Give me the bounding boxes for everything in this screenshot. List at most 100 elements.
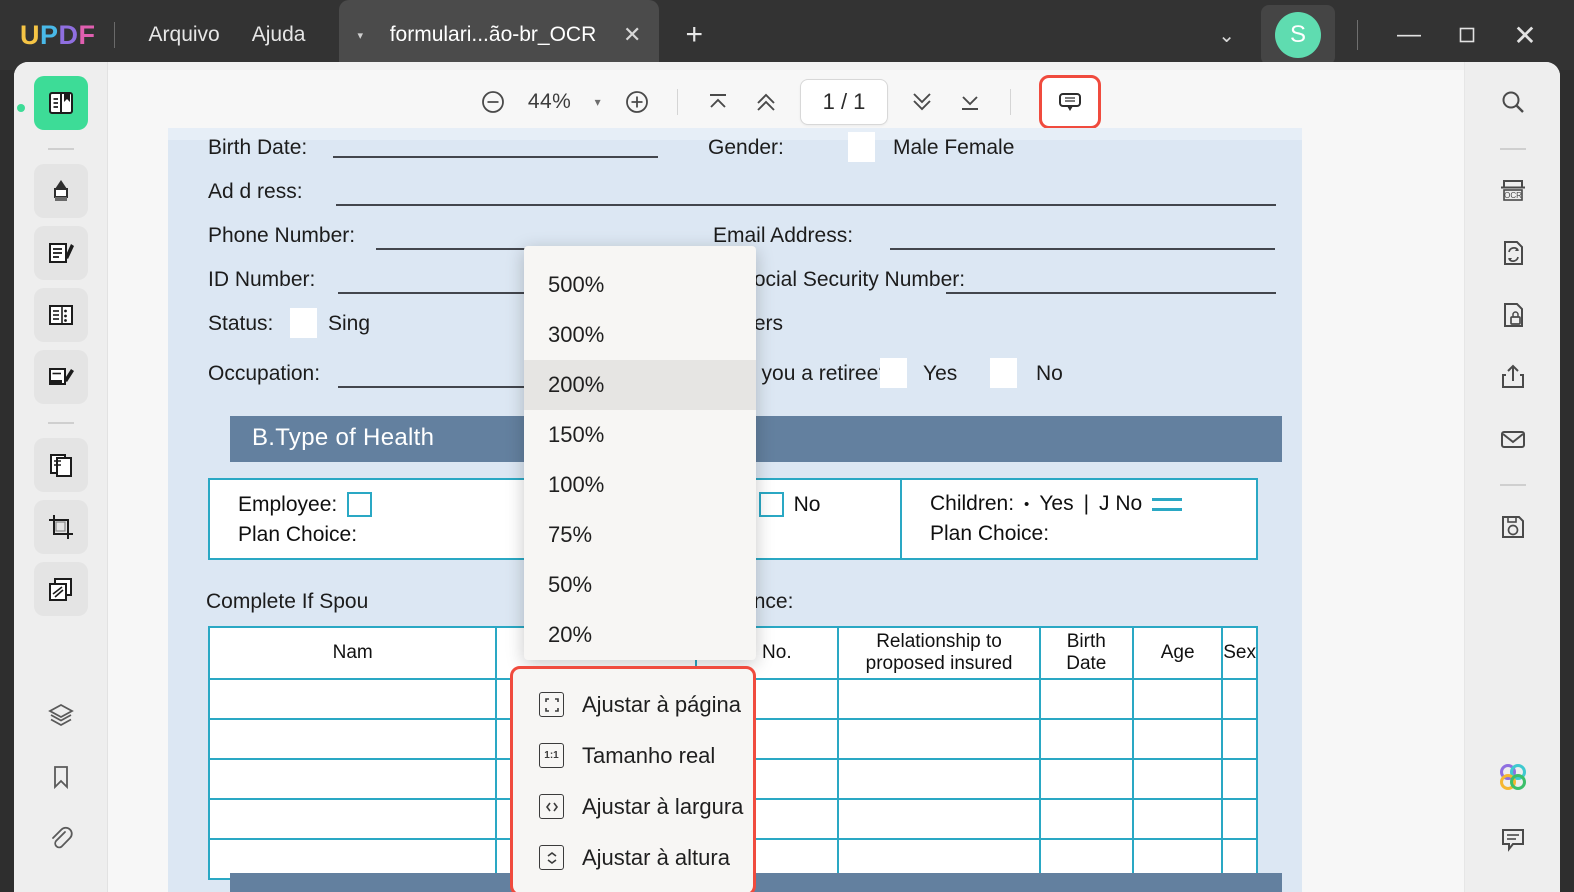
zoom-level-option[interactable]: 200% — [524, 360, 756, 410]
checkbox-children-no[interactable] — [1152, 497, 1183, 511]
new-tab-button[interactable]: + — [685, 18, 703, 52]
table-cell[interactable] — [837, 798, 1041, 840]
table-cell[interactable] — [837, 758, 1041, 800]
minimize-button[interactable]: — — [1380, 21, 1438, 49]
document-lock-icon — [1503, 303, 1523, 327]
maximize-button[interactable] — [1438, 24, 1496, 47]
children-plan-box: Children: • Yes | J No Plan Choice: — [900, 478, 1258, 560]
checkbox-gender[interactable] — [848, 132, 875, 162]
account-button[interactable]: S — [1261, 5, 1335, 65]
sidebar-item-highlight[interactable] — [33, 164, 88, 218]
tool-share[interactable] — [1486, 350, 1540, 404]
table-cell[interactable] — [1038, 678, 1134, 720]
tab-close-icon[interactable]: ✕ — [623, 22, 641, 48]
table-cell[interactable] — [207, 758, 498, 800]
sidebar-item-attachments[interactable] — [34, 812, 88, 866]
menu-item-actual-size[interactable]: 1:1 Tamanho real — [513, 730, 753, 781]
field-line-address[interactable] — [336, 204, 1276, 206]
tool-comments[interactable] — [1486, 812, 1540, 866]
zoom-level-option[interactable]: 100% — [524, 460, 756, 510]
share-upload-icon — [1501, 364, 1524, 388]
checkbox-employee[interactable] — [347, 492, 373, 517]
ocr-icon: OCR — [1500, 180, 1525, 201]
label-address: Ad d ress: — [208, 180, 303, 203]
sidebar-item-compare[interactable] — [33, 562, 88, 616]
tool-ocr[interactable]: OCR — [1486, 164, 1540, 218]
right-toolbar: OCR — [1464, 62, 1560, 892]
sidebar-item-bookmarks[interactable] — [34, 750, 88, 804]
table-cell[interactable] — [1131, 758, 1224, 800]
convert-file-icon — [1503, 241, 1523, 265]
table-cell[interactable] — [1038, 798, 1134, 840]
zoom-level-dropdown[interactable]: 500% 300% 200% 150% 100% 75% 50% 20% Ajustar à … — [510, 246, 756, 892]
zoom-level-option[interactable]: 500% — [524, 260, 756, 310]
zoom-level-value[interactable]: 44% — [519, 90, 581, 114]
table-cell[interactable] — [207, 718, 498, 760]
table-cell[interactable] — [207, 678, 498, 720]
presentation-mode-button[interactable] — [1039, 75, 1102, 129]
table-cell[interactable] — [837, 718, 1041, 760]
menu-item-fit-page[interactable]: Ajustar à página — [513, 679, 753, 730]
compare-pages-icon — [48, 578, 72, 601]
sidebar-item-sign[interactable] — [33, 350, 88, 404]
sidebar-item-form[interactable] — [33, 288, 88, 342]
table-cell[interactable] — [1131, 718, 1224, 760]
updf-logo: U P D F — [20, 20, 96, 51]
document-tab[interactable]: ▾ formulari...ão-br_OCR ✕ — [339, 0, 660, 70]
checkbox-spouse-no[interactable] — [758, 492, 784, 517]
label-complete-if-spouse-left: Complete If Spou — [206, 590, 369, 613]
sidebar-item-organize-pages[interactable] — [33, 438, 88, 492]
last-page-button[interactable] — [948, 80, 992, 124]
table-cell[interactable] — [1131, 798, 1224, 840]
table-cell[interactable] — [1038, 758, 1134, 800]
first-page-button[interactable] — [696, 80, 740, 124]
chevron-down-icon[interactable]: ⌄ — [1200, 13, 1253, 58]
tool-ai-assistant[interactable] — [1486, 750, 1540, 804]
field-line-email[interactable] — [890, 248, 1275, 250]
zoom-out-button[interactable] — [471, 80, 515, 124]
checkbox-retiree-no[interactable] — [990, 358, 1017, 388]
page-indicator[interactable]: 1 / 1 — [799, 79, 889, 125]
sidebar-item-crop[interactable] — [33, 500, 88, 554]
table-cell[interactable] — [1038, 718, 1134, 760]
field-line-birth-date[interactable] — [333, 156, 658, 158]
tab-caret-icon[interactable]: ▾ — [357, 29, 363, 42]
zoom-level-option[interactable]: 20% — [524, 610, 756, 660]
zoom-level-option[interactable]: 300% — [524, 310, 756, 360]
checkbox-status-single[interactable] — [290, 308, 317, 338]
table-cell[interactable] — [1221, 798, 1258, 840]
table-cell[interactable] — [1131, 678, 1224, 720]
table-cell[interactable] — [837, 678, 1041, 720]
sidebar-item-edit-text[interactable] — [33, 226, 88, 280]
document-viewport[interactable]: Birth Date: Gender: Male Female Ad d res… — [108, 128, 1464, 892]
fit-options-group[interactable]: Ajustar à página 1:1 Tamanho real Ajusta… — [510, 666, 756, 892]
tool-email[interactable] — [1486, 412, 1540, 466]
checkbox-retiree-yes[interactable] — [880, 358, 907, 388]
table-cell[interactable] — [1221, 758, 1258, 800]
tool-save[interactable] — [1486, 500, 1540, 554]
children-row: Children: • Yes | J No — [930, 492, 1256, 516]
sidebar-item-reader[interactable] — [33, 76, 88, 130]
sidebar-item-layers[interactable] — [34, 688, 88, 742]
tool-search[interactable] — [1486, 76, 1540, 130]
bookmark-icon — [53, 766, 68, 790]
menu-ajuda[interactable]: Ajuda — [236, 17, 322, 53]
crop-icon — [48, 515, 73, 539]
table-cell[interactable] — [1221, 678, 1258, 720]
chevron-down-icon[interactable]: ▾ — [585, 95, 611, 109]
tool-protect[interactable] — [1486, 288, 1540, 342]
tool-convert[interactable] — [1486, 226, 1540, 280]
prev-page-button[interactable] — [744, 80, 788, 124]
field-line-ssn[interactable] — [946, 292, 1276, 294]
zoom-level-option[interactable]: 50% — [524, 560, 756, 610]
zoom-level-option[interactable]: 150% — [524, 410, 756, 460]
menu-item-fit-height[interactable]: Ajustar à altura — [513, 832, 753, 883]
next-page-button[interactable] — [900, 80, 944, 124]
table-cell[interactable] — [1221, 718, 1258, 760]
table-cell[interactable] — [207, 798, 498, 840]
zoom-in-button[interactable] — [615, 80, 659, 124]
menu-arquivo[interactable]: Arquivo — [133, 17, 236, 53]
close-window-button[interactable]: ✕ — [1496, 19, 1554, 52]
zoom-level-option[interactable]: 75% — [524, 510, 756, 560]
menu-item-fit-width[interactable]: Ajustar à largura — [513, 781, 753, 832]
